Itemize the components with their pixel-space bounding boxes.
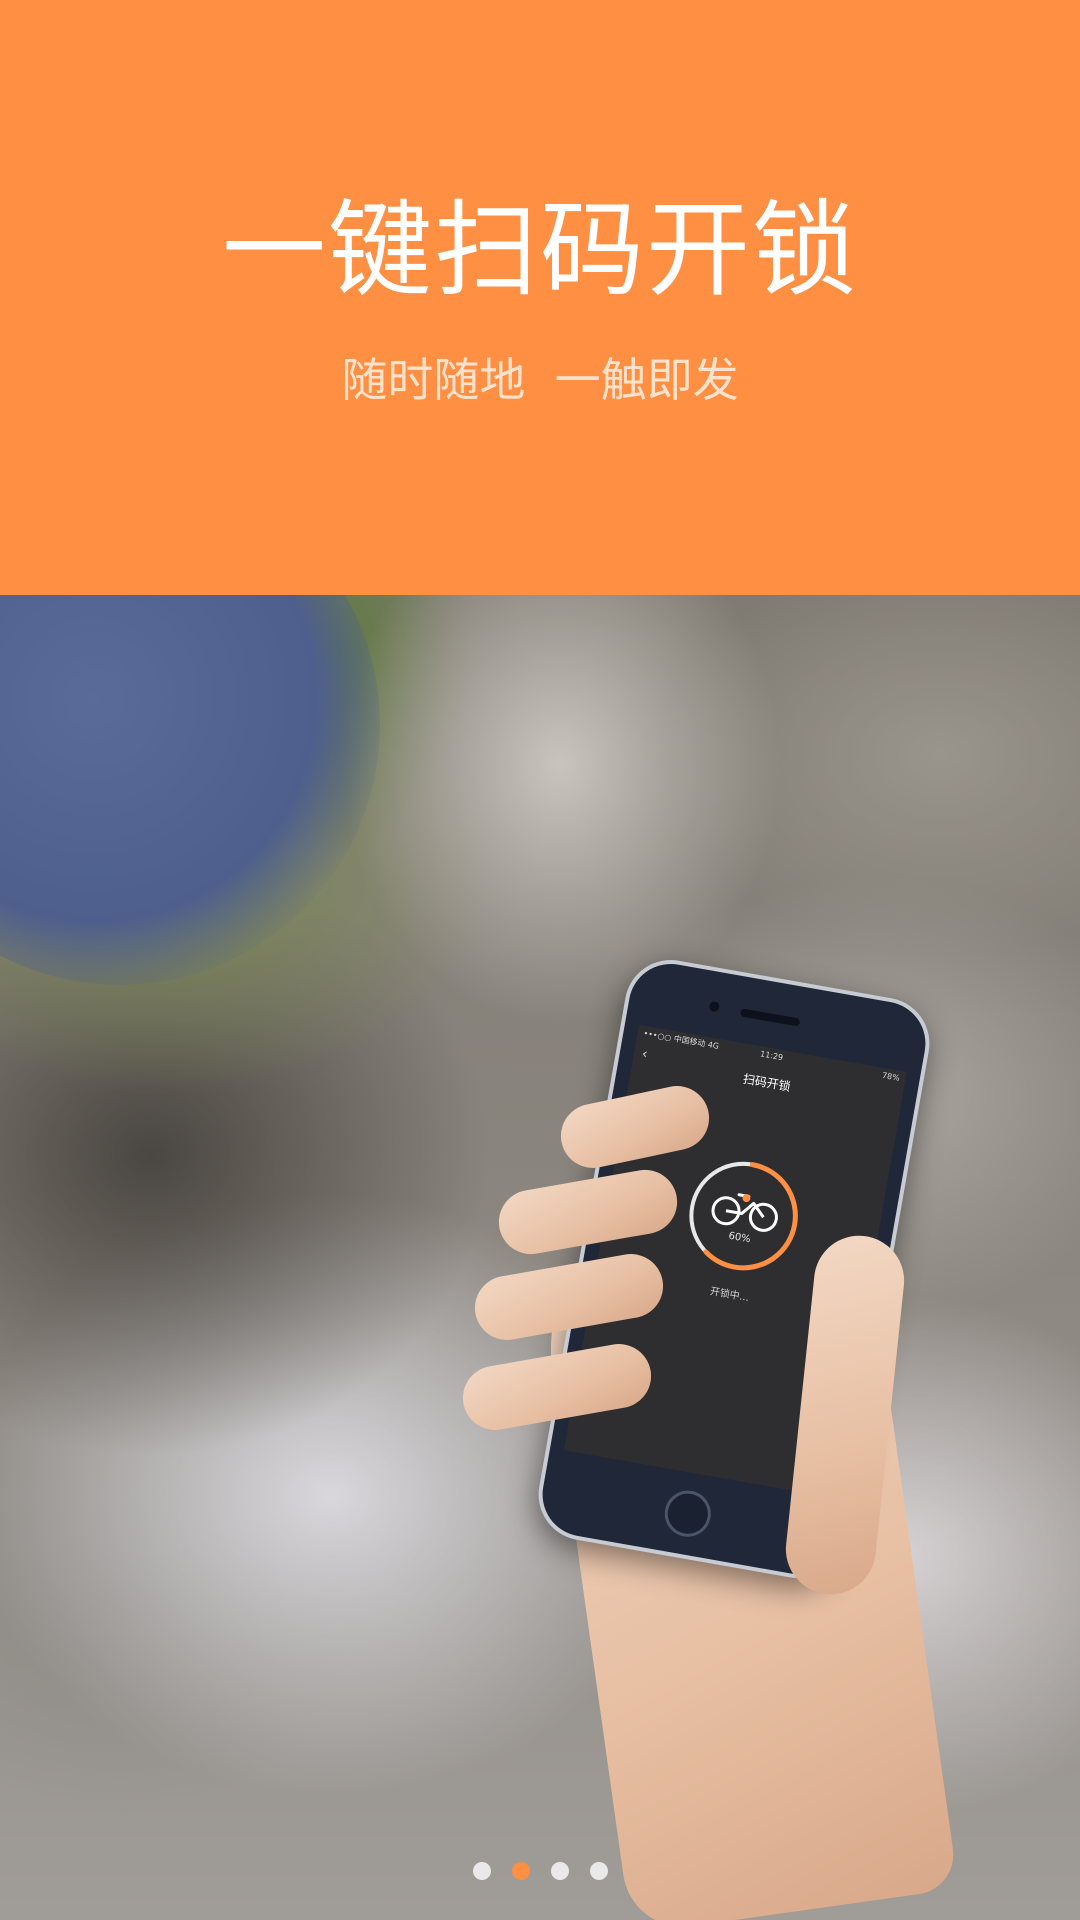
phone-camera <box>708 1000 721 1013</box>
progress-arc <box>688 1161 798 1271</box>
phone-speaker <box>739 1008 801 1027</box>
progress-track <box>689 1161 798 1270</box>
page-dot-2[interactable] <box>511 1862 530 1880</box>
page-dot-1[interactable] <box>472 1862 491 1880</box>
home-button <box>661 1487 715 1541</box>
unlock-progress-ring <box>688 1161 798 1271</box>
page-dot-3[interactable] <box>550 1862 569 1880</box>
photo-background-shape <box>0 595 380 985</box>
page-indicator <box>0 1862 1080 1882</box>
page-subtitle: 随时随地 一触即发 <box>341 353 739 407</box>
onboarding-page: 一键扫码开锁 随时随地 一触即发 •••○○ 中国移动 4G 11:29 78%… <box>0 0 1080 1920</box>
page-dot-4[interactable] <box>589 1862 608 1880</box>
page-title: 一键扫码开锁 <box>221 189 858 311</box>
hero-photo: •••○○ 中国移动 4G 11:29 78% ‹ 扫码开锁 60% 开锁中..… <box>0 595 1080 1920</box>
header-banner: 一键扫码开锁 随时随地 一触即发 <box>0 0 1080 595</box>
